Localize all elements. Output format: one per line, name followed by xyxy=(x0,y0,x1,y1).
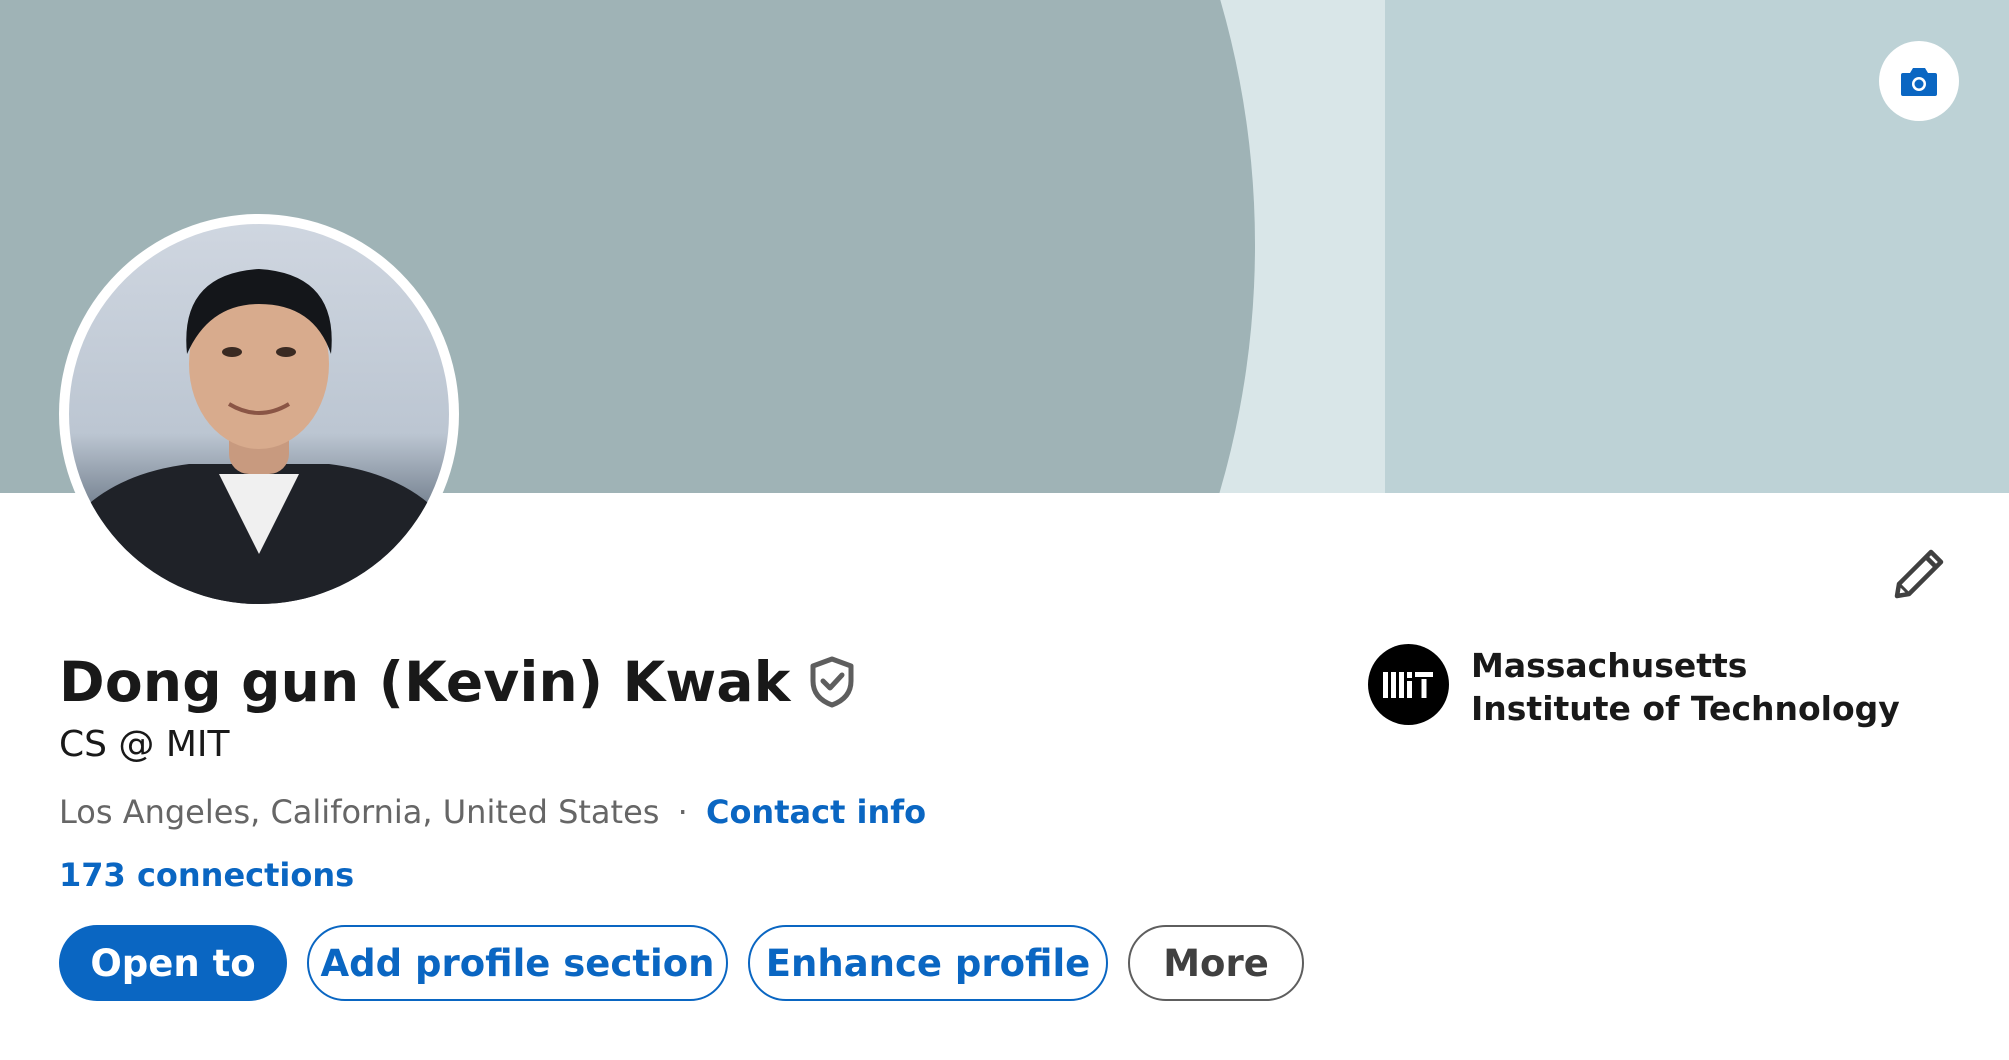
open-to-button[interactable]: Open to xyxy=(59,925,287,1001)
edit-banner-button[interactable] xyxy=(1879,41,1959,121)
school-logo xyxy=(1368,644,1449,725)
school-name: Massachusetts Institute of Technology xyxy=(1471,646,1900,728)
profile-location: Los Angeles, California, United States xyxy=(59,793,660,831)
location-row: Los Angeles, California, United States ·… xyxy=(59,793,926,831)
pencil-icon xyxy=(1894,549,1944,599)
mit-logo-icon xyxy=(1382,671,1433,698)
more-button[interactable]: More xyxy=(1128,925,1304,1001)
education-link[interactable]: Massachusetts Institute of Technology xyxy=(1368,644,1901,730)
camera-icon xyxy=(1901,68,1937,96)
connections-link[interactable]: 173 connections xyxy=(59,856,354,894)
profile-photo-image xyxy=(69,224,449,604)
profile-actions: Open to Add profile section Enhance prof… xyxy=(59,925,1304,1001)
profile-headline: CS @ MIT xyxy=(59,724,230,765)
profile-photo[interactable] xyxy=(59,214,459,614)
location-separator: · xyxy=(677,793,688,831)
verified-shield-icon[interactable] xyxy=(809,654,859,710)
name-row: Dong gun (Kevin) Kwak xyxy=(59,650,859,714)
add-profile-section-button[interactable]: Add profile section xyxy=(307,925,728,1001)
enhance-profile-button[interactable]: Enhance profile xyxy=(748,925,1108,1001)
profile-name: Dong gun (Kevin) Kwak xyxy=(59,650,791,714)
edit-intro-button[interactable] xyxy=(1888,543,1950,605)
contact-info-link[interactable]: Contact info xyxy=(706,793,926,831)
